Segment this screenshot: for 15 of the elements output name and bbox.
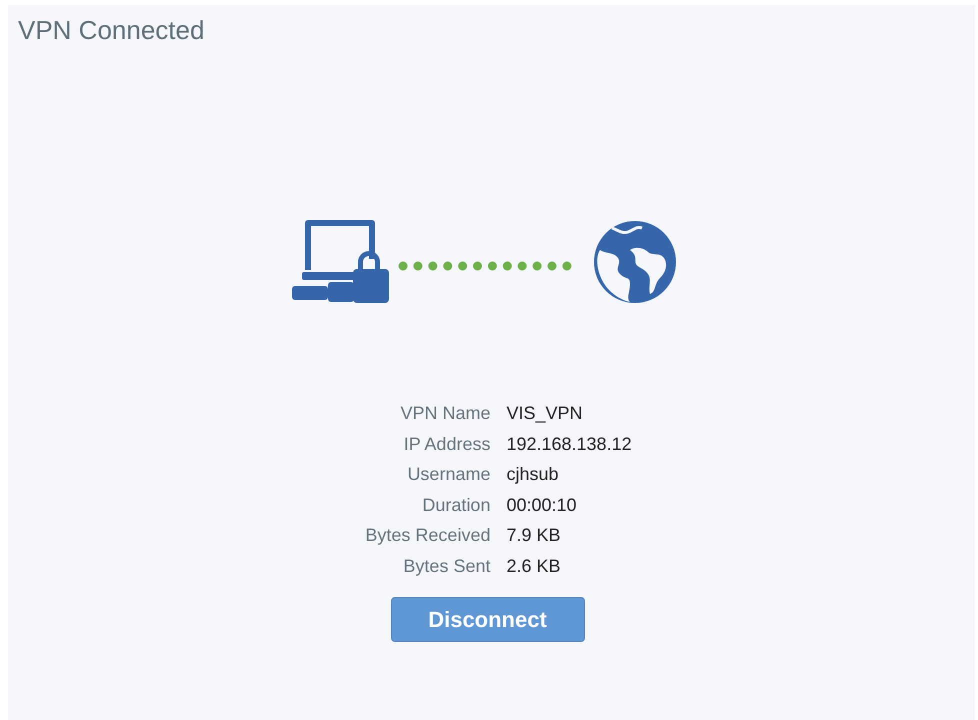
field-value: VIS_VPN	[506, 402, 584, 424]
computer-lock-icon	[292, 220, 390, 304]
field-value: 192.168.138.12	[506, 432, 632, 455]
field-label: Username	[406, 463, 490, 486]
field-label: Bytes Received	[365, 524, 490, 546]
field-label: Duration	[421, 494, 490, 516]
field-value: 7.9 KB	[506, 524, 562, 546]
field-label: Bytes Sent	[402, 554, 490, 577]
field-value: cjhsub	[506, 463, 560, 486]
field-label: VPN Name	[399, 402, 490, 424]
field-value: 2.6 KB	[506, 554, 562, 577]
page-title: VPN Connected	[18, 14, 204, 47]
field-label: IP Address	[402, 432, 490, 455]
field-value: 00:00:10	[506, 494, 578, 516]
disconnect-button[interactable]: Disconnect	[390, 597, 584, 642]
